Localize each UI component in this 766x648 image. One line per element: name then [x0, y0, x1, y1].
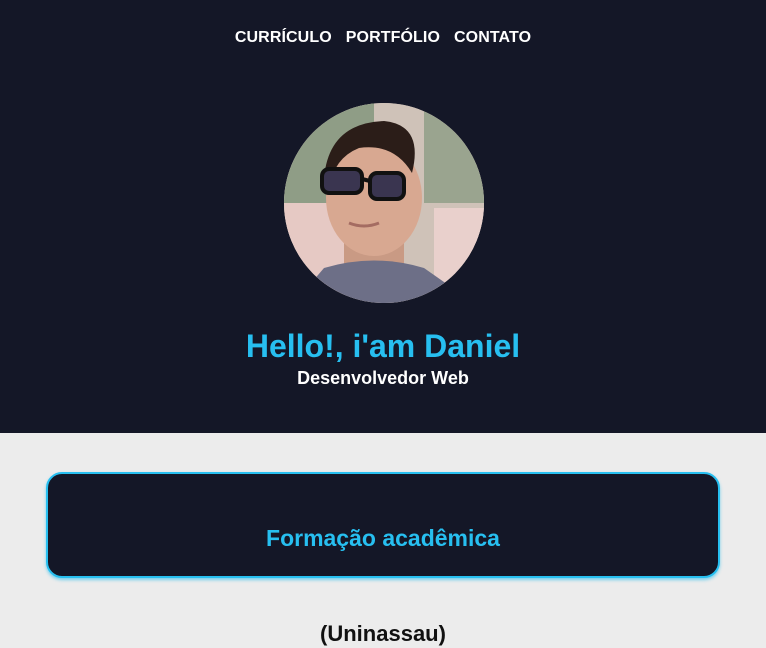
education-section-title: Formação acadêmica: [266, 525, 500, 551]
hero-role: Desenvolvedor Web: [297, 368, 469, 388]
hero-greeting: Hello!, i'am Daniel: [245, 328, 521, 364]
nav-link-contato[interactable]: CONTATO: [454, 28, 531, 48]
header: CURRÍCULO PORTFÓLIO CONTATO Hello!, i'am…: [0, 0, 766, 433]
education-card: Formação acadêmica: [46, 472, 720, 578]
main-nav: CURRÍCULO PORTFÓLIO CONTATO: [0, 28, 766, 48]
institution-name: (Uninassau): [320, 621, 446, 646]
nav-link-portfolio[interactable]: PORTFÓLIO: [346, 28, 440, 48]
profile-photo: [284, 103, 484, 303]
nav-link-curriculo[interactable]: CURRÍCULO: [235, 28, 332, 48]
